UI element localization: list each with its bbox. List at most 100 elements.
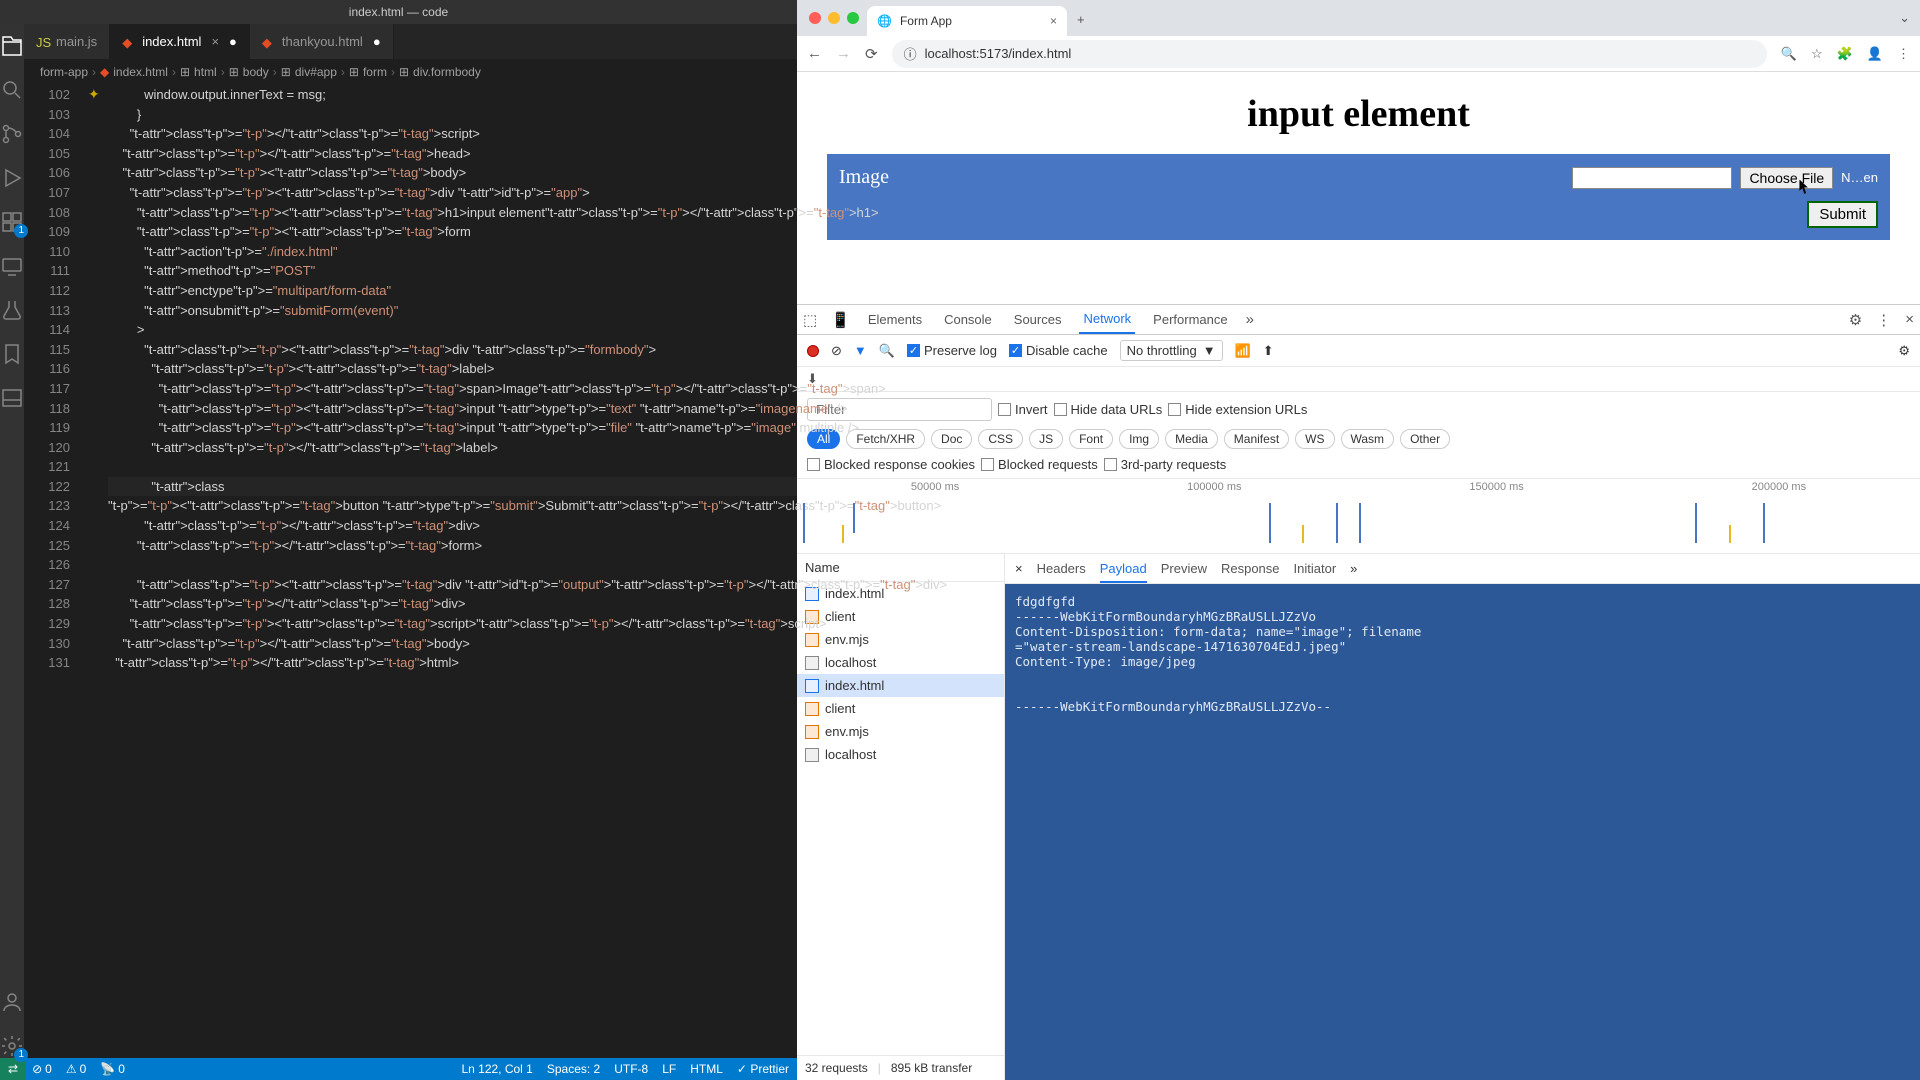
back-button[interactable]: ← <box>807 45 822 62</box>
bookmark-icon[interactable]: ☆ <box>1811 46 1823 62</box>
hide-ext-urls-checkbox[interactable]: Hide extension URLs <box>1168 402 1307 417</box>
zoom-icon[interactable]: 🔍 <box>1781 46 1797 62</box>
chrome-window: 🌐 Form App × + ⌄ ← → ⟳ ⓘ localhost:5173/… <box>797 0 1920 1080</box>
maximize-window-icon[interactable] <box>847 12 859 24</box>
invert-checkbox[interactable]: Invert <box>998 402 1048 417</box>
tab-mainjs[interactable]: JSmain.js <box>24 24 110 59</box>
response-tab[interactable]: Response <box>1221 561 1280 576</box>
url-text: localhost:5173/index.html <box>925 46 1072 61</box>
tab-performance[interactable]: Performance <box>1149 306 1231 333</box>
filter-chip-ws[interactable]: WS <box>1295 429 1334 449</box>
more-tabs-icon[interactable]: » <box>1350 561 1357 576</box>
settings-icon[interactable]: 1 <box>0 1034 24 1058</box>
eol[interactable]: LF <box>662 1062 676 1076</box>
page-favicon: 🌐 <box>877 14 892 28</box>
choose-file-button[interactable]: Choose File <box>1740 167 1833 189</box>
filter-chip-manifest[interactable]: Manifest <box>1224 429 1289 449</box>
tab-indexhtml[interactable]: ◆index.html× <box>110 24 250 59</box>
forward-button[interactable]: → <box>836 45 851 62</box>
vscode-window: index.html — code 1 1 JSmain.js ◆index.h… <box>0 0 797 1080</box>
filter-chip-font[interactable]: Font <box>1069 429 1113 449</box>
close-tab-icon[interactable]: × <box>1050 14 1057 28</box>
throttling-select[interactable]: No throttling▼ <box>1120 340 1223 361</box>
filter-chip-js[interactable]: JS <box>1029 429 1063 449</box>
formatter[interactable]: ✓ Prettier <box>737 1062 789 1076</box>
bookmark-icon[interactable] <box>0 342 24 366</box>
menu-icon[interactable]: ⋮ <box>1897 46 1910 62</box>
scm-icon[interactable] <box>0 122 24 146</box>
network-conditions-icon[interactable]: 📶 <box>1235 343 1251 359</box>
blocked-requests-checkbox[interactable]: Blocked requests <box>981 457 1098 472</box>
language[interactable]: HTML <box>690 1062 723 1076</box>
encoding[interactable]: UTF-8 <box>614 1062 648 1076</box>
site-info-icon[interactable]: ⓘ <box>904 44 917 63</box>
debug-icon[interactable] <box>0 166 24 190</box>
filter-chip-wasm[interactable]: Wasm <box>1341 429 1395 449</box>
search-icon[interactable] <box>0 78 24 102</box>
address-bar[interactable]: ⓘ localhost:5173/index.html <box>892 40 1767 68</box>
request-detail-tabs: × Headers Payload Preview Response Initi… <box>1005 554 1920 584</box>
extensions-icon[interactable]: 1 <box>0 210 24 234</box>
warnings-count[interactable]: ⚠ 0 <box>66 1062 86 1076</box>
ports-count[interactable]: 📡 0 <box>100 1062 125 1076</box>
filter-chip-media[interactable]: Media <box>1165 429 1218 449</box>
devtools-tabs: ⬚ 📱 Elements Console Sources Network Per… <box>797 305 1920 335</box>
cursor-position[interactable]: Ln 122, Col 1 <box>461 1062 532 1076</box>
remote-icon[interactable] <box>0 254 24 278</box>
filter-chip-img[interactable]: Img <box>1119 429 1159 449</box>
headers-tab[interactable]: Headers <box>1037 561 1086 576</box>
network-timeline[interactable]: 50000 ms 100000 ms 150000 ms 200000 ms <box>797 479 1920 554</box>
window-title: index.html — code <box>0 0 797 24</box>
profile-icon[interactable]: 👤 <box>1867 46 1883 62</box>
initiator-tab[interactable]: Initiator <box>1294 561 1337 576</box>
submit-button[interactable]: Submit <box>1807 201 1878 228</box>
window-chevron-icon[interactable]: ⌄ <box>1889 6 1920 36</box>
devtools-settings-icon[interactable]: ⚙ <box>1849 311 1862 329</box>
imagename-input[interactable] <box>1572 167 1732 189</box>
code-editor[interactable]: 1021031041051061071081091101111121131141… <box>24 85 947 1058</box>
toolbar: ← → ⟳ ⓘ localhost:5173/index.html 🔍 ☆ 🧩 … <box>797 36 1920 72</box>
page-content: input element Image Choose File N…en Sub… <box>797 72 1920 304</box>
import-icon[interactable]: ⬆ <box>1263 343 1274 359</box>
page-heading: input element <box>827 92 1890 136</box>
close-window-icon[interactable] <box>809 12 821 24</box>
network-summary: 32 requests | 895 kB transfer <box>797 1055 1004 1080</box>
filter-chip-other[interactable]: Other <box>1400 429 1450 449</box>
tab-thankyou[interactable]: ◆thankyou.html <box>250 24 394 59</box>
hide-data-urls-checkbox[interactable]: Hide data URLs <box>1054 402 1163 417</box>
payload-tab[interactable]: Payload <box>1100 554 1147 583</box>
file-chosen-text: N…en <box>1841 170 1878 185</box>
minimize-window-icon[interactable] <box>828 12 840 24</box>
account-icon[interactable] <box>0 990 24 1014</box>
devtools-menu-icon[interactable]: ⋮ <box>1876 311 1891 329</box>
preview-tab[interactable]: Preview <box>1161 561 1207 576</box>
tab-console[interactable]: Console <box>940 306 996 333</box>
close-tab-icon[interactable]: × <box>211 34 219 49</box>
more-tabs-icon[interactable]: » <box>1246 311 1254 328</box>
html-file-icon: ◆ <box>122 35 136 49</box>
network-settings-icon[interactable]: ⚙ <box>1898 343 1910 359</box>
activity-bar: 1 1 <box>0 24 24 1058</box>
thirdparty-checkbox[interactable]: 3rd-party requests <box>1104 457 1227 472</box>
browser-tabs: 🌐 Form App × + ⌄ <box>797 0 1920 36</box>
panel-icon[interactable] <box>0 386 24 410</box>
filter-chip-css[interactable]: CSS <box>978 429 1023 449</box>
explorer-icon[interactable] <box>0 34 24 58</box>
form: Image Choose File N…en Submit <box>827 154 1890 240</box>
tab-network[interactable]: Network <box>1079 305 1135 334</box>
payload-content[interactable]: fdgdfgfd ------WebKitFormBoundaryhMGzBRa… <box>1005 584 1920 1080</box>
html-file-icon: ◆ <box>262 35 276 49</box>
disable-cache-checkbox[interactable]: ✓Disable cache <box>1009 343 1108 358</box>
new-tab-button[interactable]: + <box>1067 6 1095 36</box>
network-toolbar: ⊘ ▼ 🔍 ✓Preserve log ✓Disable cache No th… <box>797 335 1920 367</box>
tab-sources[interactable]: Sources <box>1010 306 1066 333</box>
close-detail-icon[interactable]: × <box>1015 561 1023 576</box>
browser-tab[interactable]: 🌐 Form App × <box>867 6 1067 36</box>
indent[interactable]: Spaces: 2 <box>547 1062 600 1076</box>
extensions-icon[interactable]: 🧩 <box>1837 46 1853 62</box>
errors-count[interactable]: ⊘ 0 <box>32 1062 52 1076</box>
testing-icon[interactable] <box>0 298 24 322</box>
status-bar: ⇄ ⊘ 0 ⚠ 0 📡 0 Ln 122, Col 1 Spaces: 2 UT… <box>0 1058 797 1080</box>
reload-button[interactable]: ⟳ <box>865 45 878 63</box>
devtools-close-icon[interactable]: × <box>1905 311 1914 328</box>
